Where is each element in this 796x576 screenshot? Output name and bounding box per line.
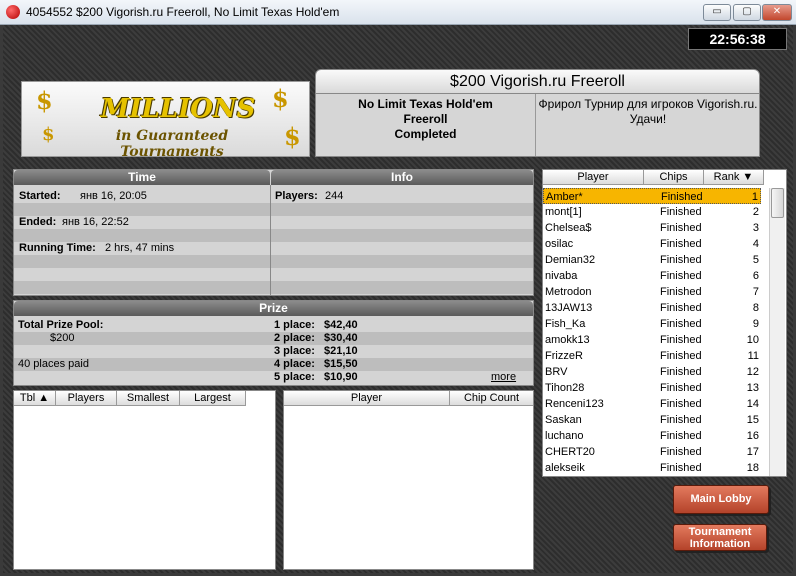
player-row[interactable]: Amber* Finished 1 bbox=[543, 188, 761, 204]
col-player[interactable]: Player bbox=[543, 170, 644, 185]
tournament-description: Фрирол Турнир для игроков Vigorish.ru. У… bbox=[538, 97, 758, 126]
player-row[interactable]: Fish_Ka Finished 9 bbox=[543, 316, 761, 332]
running-time-value: 2 hrs, 47 mins bbox=[105, 242, 175, 254]
player-row[interactable]: 13JAW13 Finished 8 bbox=[543, 300, 761, 316]
dollar-icon: $ bbox=[42, 124, 55, 145]
time-info-panel: Time Info Started: янв 16, 20:05 Ended: … bbox=[13, 169, 534, 296]
millions-banner: $ $ $ $ MILLIONS in Guaranteed Tournamen… bbox=[21, 81, 310, 157]
places-paid: 40 places paid bbox=[18, 358, 89, 370]
place-label: 2 place: bbox=[274, 332, 315, 344]
player-row[interactable]: Metrodon Finished 7 bbox=[543, 284, 761, 300]
table-players-list[interactable]: Player Chip Count bbox=[283, 390, 534, 570]
started-label: Started: bbox=[19, 190, 61, 202]
game-type: No Limit Texas Hold'em bbox=[358, 97, 493, 111]
tournament-game-info: No Limit Texas Hold'em Freeroll Complete… bbox=[316, 94, 536, 156]
total-prize-pool-label: Total Prize Pool: bbox=[18, 319, 104, 331]
player-row[interactable]: osilac Finished 4 bbox=[543, 236, 761, 252]
running-time-label: Running Time: bbox=[19, 242, 96, 254]
place-label: 4 place: bbox=[274, 358, 315, 370]
player-row[interactable]: Saskan Finished 15 bbox=[543, 412, 761, 428]
tournament-information-button[interactable]: Tournament Information bbox=[673, 524, 767, 551]
sort-down-icon: ▼ bbox=[739, 171, 754, 183]
player-row[interactable]: CHERT20 Finished 17 bbox=[543, 444, 761, 460]
place-amount: $42,40 bbox=[324, 319, 358, 331]
app-icon bbox=[6, 5, 20, 19]
info-header: Info bbox=[271, 170, 533, 185]
place-label: 1 place: bbox=[274, 319, 315, 331]
place-amount: $30,40 bbox=[324, 332, 358, 344]
player-row[interactable]: FrizzeR Finished 11 bbox=[543, 348, 761, 364]
dollar-icon: $ bbox=[36, 86, 53, 115]
dollar-icon: $ bbox=[272, 84, 289, 113]
player-row[interactable]: Tihon28 Finished 13 bbox=[543, 380, 761, 396]
players-value: 244 bbox=[325, 190, 344, 202]
window-titlebar: 4054552 $200 Vigorish.ru Freeroll, No Li… bbox=[0, 0, 796, 25]
player-row[interactable]: mont[1] Finished 2 bbox=[543, 204, 761, 220]
more-prizes-link[interactable]: more bbox=[491, 371, 516, 383]
tables-list[interactable]: Tbl ▲ Players Smallest Largest bbox=[13, 390, 276, 570]
window-title: 4054552 $200 Vigorish.ru Freeroll, No Li… bbox=[26, 5, 340, 19]
minimize-button[interactable]: ▭ bbox=[703, 4, 731, 21]
place-amount: $10,90 bbox=[324, 371, 358, 383]
player-row[interactable]: luchano Finished 16 bbox=[543, 428, 761, 444]
sort-up-icon: ▲ bbox=[35, 392, 50, 404]
logo-subtitle: in Guaranteed Tournaments bbox=[115, 128, 229, 157]
ended-value: янв 16, 22:52 bbox=[62, 216, 129, 228]
player-row[interactable]: alekseik Finished 18 bbox=[543, 460, 761, 476]
place-label: 5 place: bbox=[274, 371, 315, 383]
player-row[interactable]: amokk13 Finished 10 bbox=[543, 332, 761, 348]
players-ranking-list[interactable]: Player Chips Rank ▼ Amber* Finished 1 mont… bbox=[542, 169, 787, 477]
dollar-icon: $ bbox=[284, 122, 301, 151]
col-players[interactable]: Players bbox=[56, 391, 117, 406]
game-buyin-type: Freeroll bbox=[403, 112, 448, 126]
maximize-button[interactable]: ▢ bbox=[733, 4, 761, 21]
prize-panel: Prize Total Prize Pool: $200 40 places p… bbox=[13, 300, 534, 386]
col-rank[interactable]: Rank ▼ bbox=[704, 170, 764, 185]
col-smallest[interactable]: Smallest bbox=[117, 391, 180, 406]
tournament-status: Completed bbox=[394, 127, 457, 141]
player-row[interactable]: Chelsea$ Finished 3 bbox=[543, 220, 761, 236]
scrollbar-thumb[interactable] bbox=[771, 188, 784, 218]
time-header: Time bbox=[14, 170, 270, 185]
col-tbl[interactable]: Tbl ▲ bbox=[14, 391, 56, 406]
player-row[interactable]: BRV Finished 12 bbox=[543, 364, 761, 380]
tournament-summary: No Limit Texas Hold'em Freeroll Complete… bbox=[315, 93, 760, 157]
started-value: янв 16, 20:05 bbox=[80, 190, 147, 202]
player-row[interactable]: Demian32 Finished 5 bbox=[543, 252, 761, 268]
place-amount: $15,50 bbox=[324, 358, 358, 370]
place-label: 3 place: bbox=[274, 345, 315, 357]
tournament-name: $200 Vigorish.ru Freeroll bbox=[315, 69, 760, 95]
logo-title: MILLIONS bbox=[100, 94, 256, 124]
ended-label: Ended: bbox=[19, 216, 57, 228]
close-button[interactable]: ✕ bbox=[762, 4, 792, 21]
player-row[interactable]: nivaba Finished 6 bbox=[543, 268, 761, 284]
clock: 22:56:38 bbox=[688, 28, 787, 50]
total-prize-pool-value: $200 bbox=[50, 332, 75, 344]
col-largest[interactable]: Largest bbox=[180, 391, 246, 406]
player-row[interactable]: Renceni123 Finished 14 bbox=[543, 396, 761, 412]
col-chips[interactable]: Chips bbox=[644, 170, 704, 185]
players-label: Players: bbox=[275, 190, 318, 202]
col-chip-count[interactable]: Chip Count bbox=[450, 391, 533, 406]
main-lobby-button[interactable]: Main Lobby bbox=[673, 485, 769, 514]
col-player[interactable]: Player bbox=[284, 391, 450, 406]
players-scrollbar[interactable] bbox=[769, 188, 785, 476]
prize-header: Prize bbox=[14, 301, 533, 316]
place-amount: $21,10 bbox=[324, 345, 358, 357]
